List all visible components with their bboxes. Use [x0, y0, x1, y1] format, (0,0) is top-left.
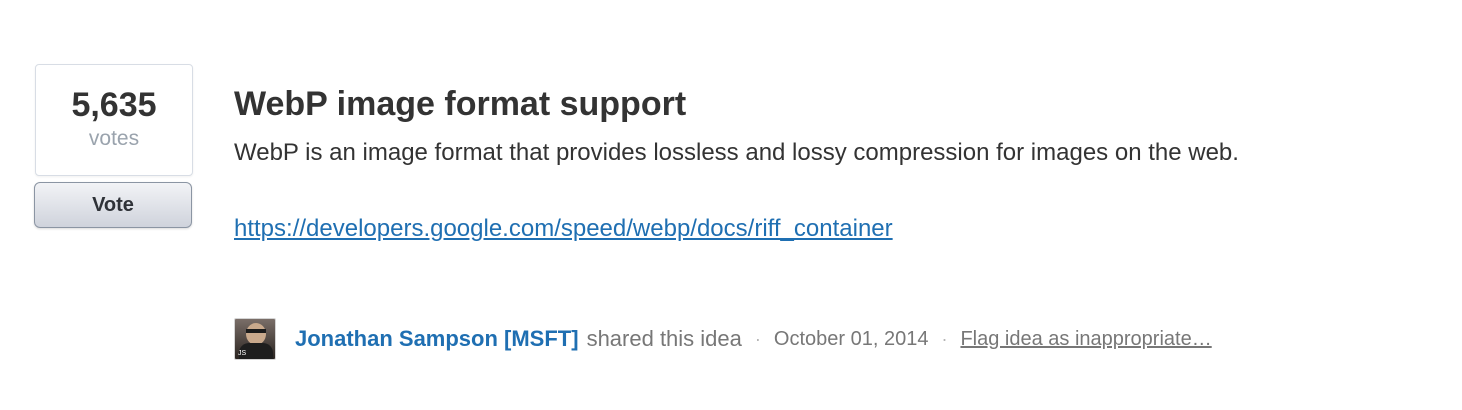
- vote-count: 5,635: [71, 86, 157, 124]
- shared-text: shared this idea: [586, 326, 742, 351]
- idea-description: WebP is an image format that provides lo…: [234, 139, 1239, 166]
- vote-unit-label: votes: [88, 127, 140, 150]
- vote-count-box: 5,635 votes: [35, 64, 193, 176]
- avatar-head-shape: [246, 323, 266, 345]
- avatar-initials: JS: [238, 350, 247, 357]
- shared-date: October 01, 2014: [773, 327, 929, 350]
- idea-meta: JS Jonathan Sampson [MSFT] shared this i…: [234, 318, 1212, 360]
- avatar-glasses-shape: [246, 329, 266, 333]
- idea-content: WebP image format support WebP is an ima…: [234, 82, 1434, 244]
- author-link[interactable]: Jonathan Sampson [MSFT]: [295, 326, 579, 352]
- flag-idea-link[interactable]: Flag idea as inappropriate…: [960, 328, 1211, 351]
- idea-title: WebP image format support: [234, 85, 687, 123]
- separator-dot: ·: [754, 328, 761, 349]
- separator-dot: ·: [941, 328, 948, 349]
- author-avatar[interactable]: JS: [234, 318, 276, 360]
- vote-button[interactable]: Vote: [34, 182, 192, 228]
- idea-reference-link[interactable]: https://developers.google.com/speed/webp…: [234, 214, 893, 244]
